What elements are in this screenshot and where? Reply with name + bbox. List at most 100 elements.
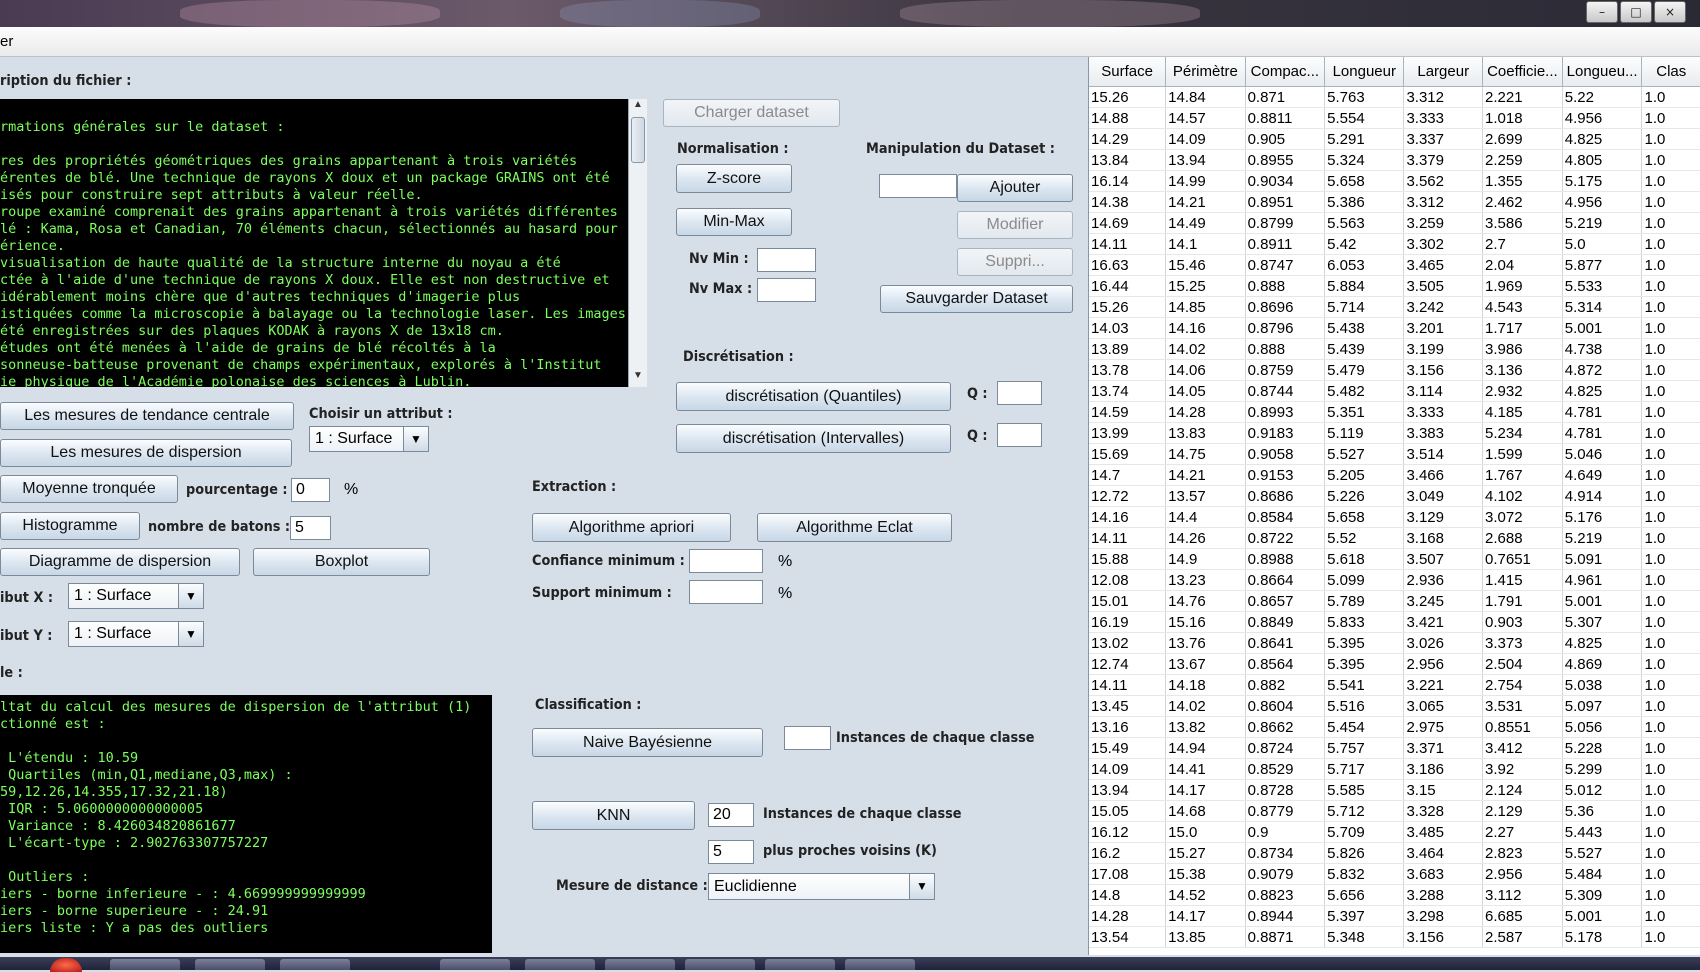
table-cell[interactable]: 13.78: [1089, 359, 1167, 381]
table-cell[interactable]: 3.333: [1403, 401, 1484, 423]
table-cell[interactable]: 5.443: [1562, 821, 1643, 843]
table-row[interactable]: 16.63 15.46 0.8747 6.053 3.465 2.04 5.877 1.0: [1089, 254, 1700, 276]
table-row[interactable]: 17.08 15.38 0.9079 5.832 3.683 2.956 5.484 1.0: [1089, 863, 1700, 885]
table-cell[interactable]: 15.27: [1165, 842, 1246, 864]
table-cell[interactable]: 13.02: [1089, 632, 1167, 654]
scatter-plot-button[interactable]: Diagramme de dispersion: [0, 548, 240, 576]
table-cell[interactable]: 4.825: [1562, 128, 1643, 150]
table-cell[interactable]: 1.0: [1641, 443, 1700, 465]
table-cell[interactable]: 14.02: [1165, 695, 1246, 717]
table-cell[interactable]: 3.465: [1403, 254, 1484, 276]
description-scrollbar[interactable]: ▲ ▼: [628, 99, 647, 387]
taskbar-item[interactable]: [280, 959, 350, 970]
table-cell[interactable]: 3.136: [1482, 359, 1563, 381]
table-cell[interactable]: 5.658: [1324, 170, 1405, 192]
close-icon[interactable]: ×: [1654, 1, 1686, 23]
attribute-y-select[interactable]: 1 : Surface ▼: [68, 621, 204, 647]
table-cell[interactable]: 1.0: [1641, 695, 1700, 717]
table-cell[interactable]: 14.8: [1089, 884, 1167, 906]
table-cell[interactable]: 0.8823: [1245, 884, 1326, 906]
table-cell[interactable]: 3.371: [1403, 737, 1484, 759]
table-cell[interactable]: 5.541: [1324, 674, 1405, 696]
table-cell[interactable]: 4.825: [1562, 632, 1643, 654]
minmax-button[interactable]: Min-Max: [676, 208, 792, 236]
table-row[interactable]: 13.89 14.02 0.888 5.439 3.199 3.986 4.738 1.0: [1089, 338, 1700, 360]
table-cell[interactable]: 6.685: [1482, 905, 1563, 927]
new-min-input[interactable]: [757, 248, 816, 272]
table-cell[interactable]: 0.903: [1482, 611, 1563, 633]
table-cell[interactable]: 15.01: [1089, 590, 1167, 612]
column-header[interactable]: Périmètre: [1165, 57, 1246, 87]
table-cell[interactable]: 3.245: [1403, 590, 1484, 612]
table-cell[interactable]: 2.129: [1482, 800, 1563, 822]
table-cell[interactable]: 14.16: [1165, 317, 1246, 339]
bins-input[interactable]: 5: [290, 516, 331, 540]
table-cell[interactable]: 5.012: [1562, 779, 1643, 801]
taskbar-item[interactable]: [195, 959, 265, 970]
table-cell[interactable]: 3.466: [1403, 464, 1484, 486]
table-cell[interactable]: 2.259: [1482, 149, 1563, 171]
table-cell[interactable]: 14.28: [1089, 905, 1167, 927]
table-cell[interactable]: 16.12: [1089, 821, 1167, 843]
table-cell[interactable]: 0.905: [1245, 128, 1326, 150]
table-cell[interactable]: 5.001: [1562, 905, 1643, 927]
table-row[interactable]: 15.26 14.84 0.871 5.763 3.312 2.221 5.22 1.0: [1089, 86, 1700, 108]
table-cell[interactable]: 14.03: [1089, 317, 1167, 339]
table-cell[interactable]: 1.0: [1641, 716, 1700, 738]
table-row[interactable]: 15.26 14.85 0.8696 5.714 3.242 4.543 5.314 1.0: [1089, 296, 1700, 318]
table-cell[interactable]: 5.395: [1324, 632, 1405, 654]
table-cell[interactable]: 14.49: [1165, 212, 1246, 234]
table-cell[interactable]: 3.026: [1403, 632, 1484, 654]
table-cell[interactable]: 1.0: [1641, 926, 1700, 948]
table-cell[interactable]: 0.8728: [1245, 779, 1326, 801]
table-cell[interactable]: 4.825: [1562, 380, 1643, 402]
table-cell[interactable]: 0.8744: [1245, 380, 1326, 402]
table-cell[interactable]: 1.0: [1641, 863, 1700, 885]
table-row[interactable]: 13.78 14.06 0.8759 5.479 3.156 3.136 4.872 1.0: [1089, 359, 1700, 381]
boxplot-button[interactable]: Boxplot: [253, 548, 430, 576]
table-cell[interactable]: 1.0: [1641, 422, 1700, 444]
table-cell[interactable]: 1.0: [1641, 527, 1700, 549]
table-cell[interactable]: 14.85: [1165, 296, 1246, 318]
discretisation-intervals-button[interactable]: discrétisation (Intervalles): [676, 424, 951, 453]
distance-select[interactable]: Euclidienne ▼: [708, 873, 935, 900]
table-cell[interactable]: 4.956: [1562, 191, 1643, 213]
table-cell[interactable]: 5.533: [1562, 275, 1643, 297]
table-cell[interactable]: 14.17: [1165, 905, 1246, 927]
table-cell[interactable]: 5.038: [1562, 674, 1643, 696]
column-header[interactable]: Longueu...: [1562, 57, 1643, 87]
table-cell[interactable]: 14.05: [1165, 380, 1246, 402]
table-cell[interactable]: 14.94: [1165, 737, 1246, 759]
table-cell[interactable]: 5.0: [1562, 233, 1643, 255]
table-cell[interactable]: 13.85: [1165, 926, 1246, 948]
table-cell[interactable]: 5.484: [1562, 863, 1643, 885]
table-cell[interactable]: 3.421: [1403, 611, 1484, 633]
trimmed-mean-button[interactable]: Moyenne tronquée: [0, 475, 178, 503]
maximize-icon[interactable]: □: [1620, 1, 1652, 23]
table-cell[interactable]: 14.26: [1165, 527, 1246, 549]
table-cell[interactable]: 0.8796: [1245, 317, 1326, 339]
table-cell[interactable]: 14.1: [1165, 233, 1246, 255]
table-cell[interactable]: 0.8799: [1245, 212, 1326, 234]
table-cell[interactable]: 0.8686: [1245, 485, 1326, 507]
table-cell[interactable]: 3.129: [1403, 506, 1484, 528]
save-dataset-button[interactable]: Sauvgarder Dataset: [880, 285, 1073, 313]
table-cell[interactable]: 5.097: [1562, 695, 1643, 717]
table-row[interactable]: 14.29 14.09 0.905 5.291 3.337 2.699 4.825 1.0: [1089, 128, 1700, 150]
chevron-down-icon[interactable]: ▼: [403, 427, 428, 451]
table-cell[interactable]: 14.68: [1165, 800, 1246, 822]
table-cell[interactable]: 3.586: [1482, 212, 1563, 234]
table-cell[interactable]: 0.9153: [1245, 464, 1326, 486]
table-cell[interactable]: 5.001: [1562, 590, 1643, 612]
table-cell[interactable]: 14.11: [1089, 674, 1167, 696]
table-cell[interactable]: 5.119: [1324, 422, 1405, 444]
table-cell[interactable]: 1.767: [1482, 464, 1563, 486]
table-cell[interactable]: 0.871: [1245, 86, 1326, 108]
table-cell[interactable]: 16.14: [1089, 170, 1167, 192]
table-cell[interactable]: 0.7651: [1482, 548, 1563, 570]
taskbar-item[interactable]: [440, 959, 510, 970]
table-cell[interactable]: 2.699: [1482, 128, 1563, 150]
scroll-thumb[interactable]: [631, 117, 645, 163]
table-cell[interactable]: 14.57: [1165, 107, 1246, 129]
table-cell[interactable]: 1.0: [1641, 779, 1700, 801]
